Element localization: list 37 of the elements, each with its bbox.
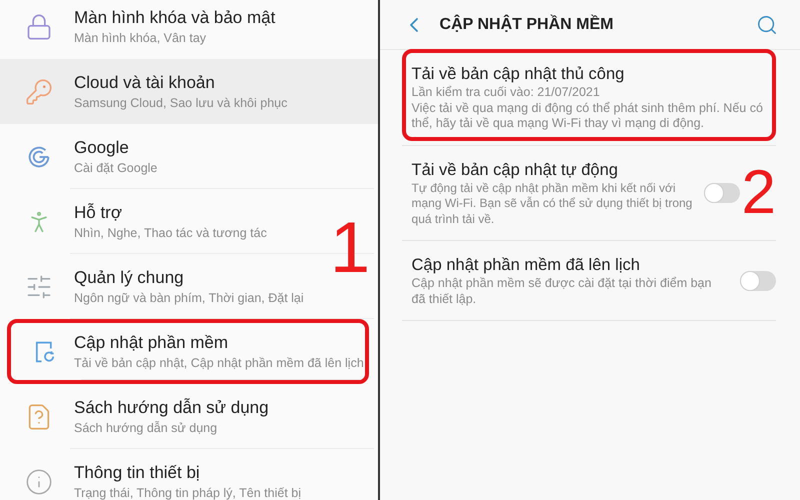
item-subtitle: Nhìn, Nghe, Thao tác và tương tác <box>74 224 267 242</box>
item-subtitle: Màn hình khóa, Vân tay <box>74 30 208 46</box>
search-icon[interactable] <box>756 14 778 36</box>
item-subtitle: Sách hướng dẫn sử dụng <box>74 420 218 436</box>
option-title: Tải về bản cập nhật tự động <box>412 160 619 180</box>
item-subtitle: Trạng thái, Thông tin pháp lý, Tên thiết bị <box>74 484 301 500</box>
page-title: CẬP NHẬT PHẦN MỀM <box>440 14 614 34</box>
option-description: Cập nhật phần mềm sẽ được cài đặt tại thời điểm bạn đã thiết lập. <box>412 276 712 307</box>
settings-item[interactable]: Màn hình khóa và bảo mật Màn hình khóa, Vân tay <box>0 0 378 59</box>
item-title: Hỗ trợ <box>74 202 123 224</box>
item-title: Thông tin thiết bị <box>74 462 201 484</box>
step-number: 2 <box>742 162 776 224</box>
item-title: Màn hình khóa và bảo mật <box>74 6 276 28</box>
update-option[interactable]: Cập nhật phần mềm đã lên lịch Cập nhật phần mềm sẽ được cài đặt tại thời điểm bạn đã thiết lập. <box>402 241 776 321</box>
item-title: Cập nhật phần mềm <box>74 332 230 354</box>
toggle-switch[interactable] <box>740 270 776 290</box>
settings-item[interactable]: Cập nhật phần mềm Tải về bản cập nhật, Cập nhật phần mềm đã lên lịch <box>7 319 369 384</box>
item-subtitle: Cài đặt Google <box>74 160 158 176</box>
item-subtitle: Ngôn ngữ và bàn phím, Thời gian, Đặt lại <box>74 290 304 306</box>
toggle-switch[interactable] <box>704 182 740 203</box>
item-title: Google <box>74 136 130 158</box>
option-description: Tự động tải về cập nhật phần mềm khi kết nối với mạng Wi-Fi. Bạn sẽ vẫn có thể sử dụng thiết bị trong quá trình tải về. <box>412 180 694 227</box>
option-title: Cập nhật phần mềm đã lên lịch <box>412 255 641 276</box>
option-title: Tải về bản cập nhật thủ công <box>412 64 626 85</box>
item-title: Sách hướng dẫn sử dụng <box>74 396 269 418</box>
settings-item[interactable]: Cloud và tài khoản Samsung Cloud, Sao lưu và khôi phục <box>0 59 378 124</box>
update-option[interactable]: Tải về bản cập nhật tự động Tự động tải về cập nhật phần mềm khi kết nối với mạng Wi-Fi. Bạn sẽ vẫn có thể sử dụng thiết bị trong quá trình tải về. 2 <box>402 146 776 241</box>
item-title: Quản lý chung <box>74 266 185 288</box>
option-description: Lần kiểm tra cuối vào: 21/07/2021 <box>412 85 601 100</box>
option-description: Việc tải về qua mạng di động có thể phát sinh thêm phí. Nếu có thể, hãy tải về qua mạng Wi-Fi thay vì mạng di động. <box>412 100 764 132</box>
settings-item[interactable]: Sách hướng dẫn sử dụng Sách hướng dẫn sử dụng <box>0 384 378 449</box>
settings-item[interactable]: Google Cài đặt Google <box>0 124 378 189</box>
item-title: Cloud và tài khoản <box>74 72 216 94</box>
settings-item[interactable]: Thông tin thiết bị Trạng thái, Thông tin pháp lý, Tên thiết bị <box>0 449 378 500</box>
step-number: 1 <box>330 212 370 284</box>
item-subtitle: Tải về bản cập nhật, Cập nhật phần mềm đã lên lịch <box>74 354 364 372</box>
item-subtitle: Samsung Cloud, Sao lưu và khôi phục <box>74 94 288 112</box>
